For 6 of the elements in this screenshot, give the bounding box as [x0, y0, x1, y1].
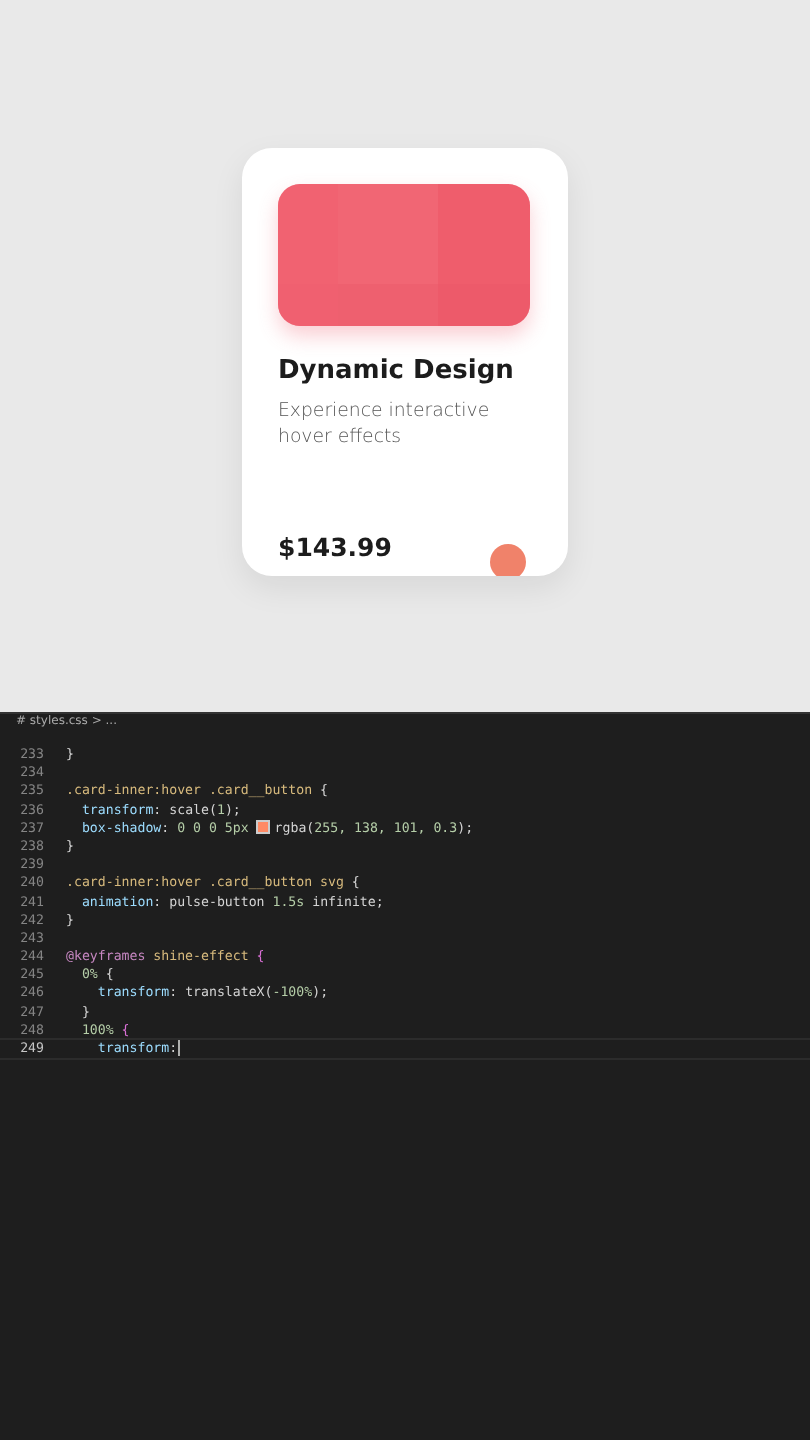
- text-cursor: [177, 1040, 180, 1056]
- card-title: Dynamic Design: [278, 356, 516, 386]
- card-description: Experience interactive hover effects: [278, 398, 492, 450]
- color-swatch[interactable]: [256, 819, 271, 834]
- price: $143.99: [278, 532, 392, 562]
- card-button[interactable]: [490, 544, 526, 576]
